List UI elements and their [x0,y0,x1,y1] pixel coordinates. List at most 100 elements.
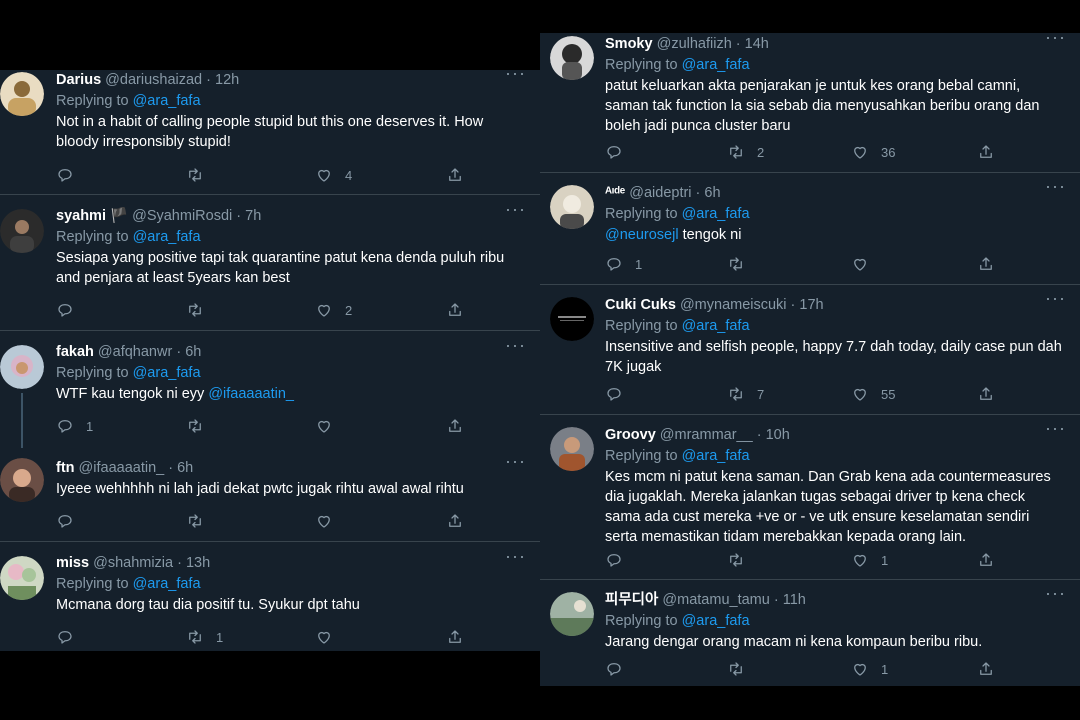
more-icon[interactable]: ··· [505,335,526,356]
display-name[interactable]: Cuki Cuks [605,297,676,313]
like-button[interactable]: 1 [851,659,888,679]
reply-button[interactable] [56,300,86,320]
reply-button[interactable] [605,550,635,570]
timestamp[interactable]: 14h [745,36,769,52]
tweet-text-mention[interactable]: @ifaaaaatin_ [208,386,294,402]
tweet[interactable]: Groovy @mrammar__ · 10h Replying to @ara… [540,415,1080,580]
more-icon[interactable]: ··· [505,546,526,567]
display-name[interactable]: Smoky [605,36,653,52]
timestamp[interactable]: 6h [177,460,193,476]
reply-button[interactable] [56,165,86,185]
retweet-button[interactable]: 1 [186,627,223,647]
avatar[interactable] [550,36,594,80]
retweet-button[interactable]: 2 [727,142,764,162]
avatar[interactable] [550,185,594,229]
display-name[interactable]: syahmi 🏴 [56,208,128,224]
mention-link[interactable]: @ara_fafa [133,365,201,381]
mention-link[interactable]: @ara_fafa [682,318,750,334]
share-button[interactable] [446,627,464,647]
more-icon[interactable]: ··· [505,199,526,220]
like-button[interactable] [315,416,345,436]
like-button[interactable] [851,254,881,274]
share-button[interactable] [977,384,995,404]
mention-link[interactable]: @ara_fafa [682,57,750,73]
like-button[interactable]: 36 [851,142,895,162]
tweet-text-mention[interactable]: @neurosejl [605,227,679,243]
mention-link[interactable]: @ara_fafa [133,229,201,245]
reply-button[interactable] [56,627,86,647]
like-button[interactable]: 55 [851,384,895,404]
avatar[interactable] [0,209,44,253]
more-icon[interactable]: ··· [505,451,526,472]
timestamp[interactable]: 6h [185,344,201,360]
tweet[interactable]: Darius @dariushaizad · 12h Replying to @… [0,63,540,195]
more-icon[interactable]: ··· [1045,418,1066,439]
timestamp[interactable]: 6h [704,185,720,201]
tweet[interactable]: fakah @afqhanwr · 6h Replying to @ara_fa… [0,331,540,448]
retweet-button[interactable] [186,416,216,436]
reply-button[interactable]: 1 [56,416,93,436]
share-button[interactable] [446,511,464,531]
tweet[interactable]: ᴬᶦᵈᵉ @aideptri · 6h Replying to @ara_faf… [540,173,1080,285]
reply-button[interactable] [605,142,635,162]
tweet[interactable]: Cuki Cuks @mynameiscuki · 17h Replying t… [540,285,1080,415]
mention-link[interactable]: @ara_fafa [133,576,201,592]
share-button[interactable] [977,659,995,679]
share-button[interactable] [446,300,464,320]
handle[interactable]: @dariushaizad [105,72,202,88]
mention-link[interactable]: @ara_fafa [682,613,750,629]
avatar[interactable] [0,72,44,116]
timestamp[interactable]: 12h [215,72,239,88]
avatar[interactable] [550,427,594,471]
share-button[interactable] [977,254,995,274]
handle[interactable]: @SyahmiRosdi [132,208,232,224]
tweet[interactable]: syahmi 🏴 @SyahmiRosdi · 7h Replying to @… [0,195,540,331]
handle[interactable]: @mrammar__ [660,427,753,443]
avatar[interactable] [550,297,594,341]
timestamp[interactable]: 13h [186,555,210,571]
display-name[interactable]: Darius [56,72,101,88]
reply-button[interactable] [56,511,86,531]
display-name[interactable]: ftn [56,460,75,476]
handle[interactable]: @shahmizia [93,555,173,571]
avatar[interactable] [550,592,594,636]
retweet-button[interactable] [186,165,216,185]
display-name[interactable]: ᴬᶦᵈᵉ [605,185,625,201]
like-button[interactable]: 1 [851,550,888,570]
handle[interactable]: @afqhanwr [98,344,172,360]
reply-button[interactable]: 1 [605,254,642,274]
more-icon[interactable]: ··· [1045,27,1066,48]
share-button[interactable] [977,550,995,570]
retweet-button[interactable] [186,511,216,531]
handle[interactable]: @ifaaaaatin_ [79,460,165,476]
timestamp[interactable]: 17h [799,297,823,313]
retweet-button[interactable] [186,300,216,320]
retweet-button[interactable]: 7 [727,384,764,404]
more-icon[interactable]: ··· [1045,176,1066,197]
display-name[interactable]: miss [56,555,89,571]
reply-button[interactable] [605,384,635,404]
more-icon[interactable]: ··· [1045,288,1066,309]
avatar[interactable] [0,458,44,502]
handle[interactable]: @matamu_tamu [662,592,769,608]
mention-link[interactable]: @ara_fafa [133,93,201,109]
timestamp[interactable]: 11h [783,592,806,608]
retweet-button[interactable] [727,550,757,570]
mention-link[interactable]: @ara_fafa [682,206,750,222]
handle[interactable]: @mynameiscuki [680,297,787,313]
display-name[interactable]: fakah [56,344,94,360]
tweet[interactable]: miss @shahmizia · 13h Replying to @ara_f… [0,542,540,651]
tweet[interactable]: ftn @ifaaaaatin_ · 6h Iyeee wehhhhh ni l… [0,440,540,542]
handle[interactable]: @aideptri [629,185,691,201]
display-name[interactable]: Groovy [605,427,656,443]
like-button[interactable]: 2 [315,300,352,320]
handle[interactable]: @zulhafiizh [657,36,732,52]
share-button[interactable] [446,416,464,436]
reply-button[interactable] [605,659,635,679]
more-icon[interactable]: ··· [1045,583,1066,604]
avatar[interactable] [0,556,44,600]
like-button[interactable] [315,627,345,647]
like-button[interactable]: 4 [315,165,352,185]
share-button[interactable] [977,142,995,162]
more-icon[interactable]: ··· [505,63,526,84]
